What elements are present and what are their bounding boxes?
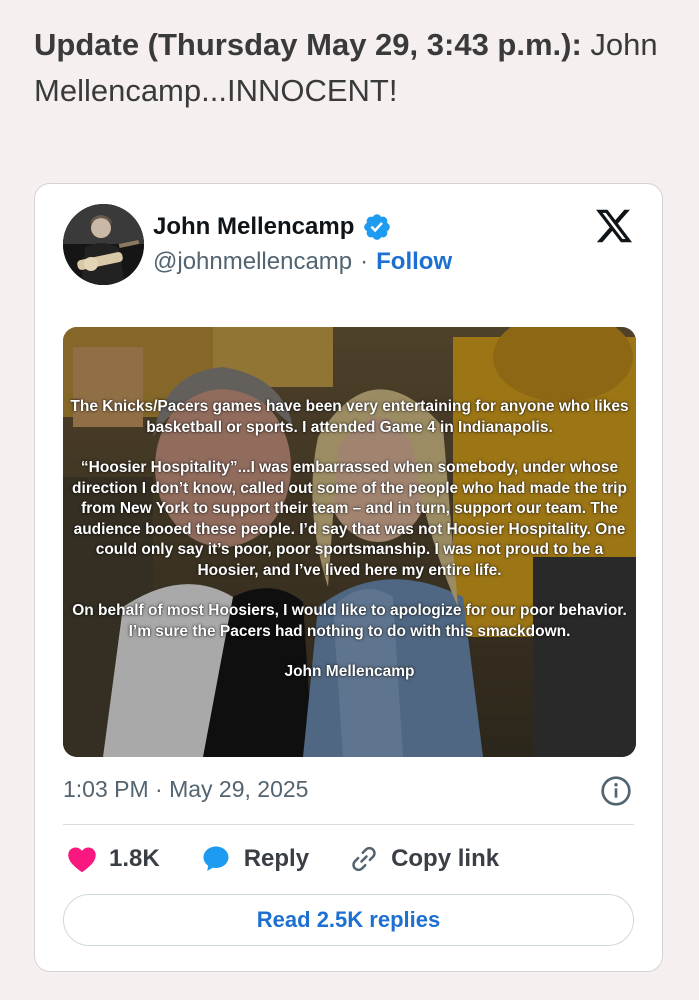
- author-handle[interactable]: @johnmellencamp: [153, 248, 352, 276]
- link-icon: [352, 846, 376, 872]
- verified-badge-icon: [364, 214, 391, 240]
- reply-button[interactable]: Reply: [200, 844, 309, 874]
- tweet-timestamp[interactable]: 1:03 PM · May 29, 2025: [63, 776, 308, 803]
- reply-label: Reply: [243, 845, 310, 872]
- tweet-image[interactable]: The Knicks/Pacers games have been very e…: [63, 327, 636, 757]
- statement-paragraph: On behalf of most Hoosiers, I would like…: [72, 602, 627, 640]
- statement-paragraph: “Hoosier Hospitality”...I was embarrasse…: [72, 459, 627, 579]
- embedded-tweet-card[interactable]: John Mellencamp @johnmellencamp · Follow: [34, 183, 663, 972]
- divider: [63, 824, 634, 825]
- statement-paragraph: The Knicks/Pacers games have been very e…: [70, 398, 629, 436]
- author-name[interactable]: John Mellencamp: [153, 213, 354, 241]
- tweet-actions: 1.8K Reply Copy link: [67, 844, 539, 874]
- handle-row: @johnmellencamp · Follow: [153, 248, 452, 276]
- avatar[interactable]: [63, 204, 144, 285]
- like-count: 1.8K: [109, 845, 160, 872]
- image-statement-text: The Knicks/Pacers games have been very e…: [63, 397, 636, 703]
- copy-link-label: Copy link: [391, 845, 500, 872]
- handle-separator: ·: [360, 248, 369, 275]
- heart-icon: [68, 847, 96, 873]
- x-logo-icon[interactable]: [594, 206, 634, 246]
- article-headline: Update (Thursday May 29, 3:43 p.m.): Joh…: [34, 22, 674, 114]
- statement-signature: John Mellencamp: [284, 663, 415, 680]
- follow-button[interactable]: Follow: [376, 248, 452, 276]
- speech-bubble-icon: [203, 846, 229, 871]
- author-name-row: John Mellencamp: [153, 212, 392, 242]
- like-button[interactable]: 1.8K: [67, 845, 160, 873]
- headline-update-label: Update (Thursday May 29, 3:43 p.m.):: [34, 27, 582, 62]
- info-icon[interactable]: [600, 775, 632, 807]
- copy-link-button[interactable]: Copy link: [349, 844, 499, 874]
- read-replies-button[interactable]: Read 2.5K replies: [63, 894, 634, 946]
